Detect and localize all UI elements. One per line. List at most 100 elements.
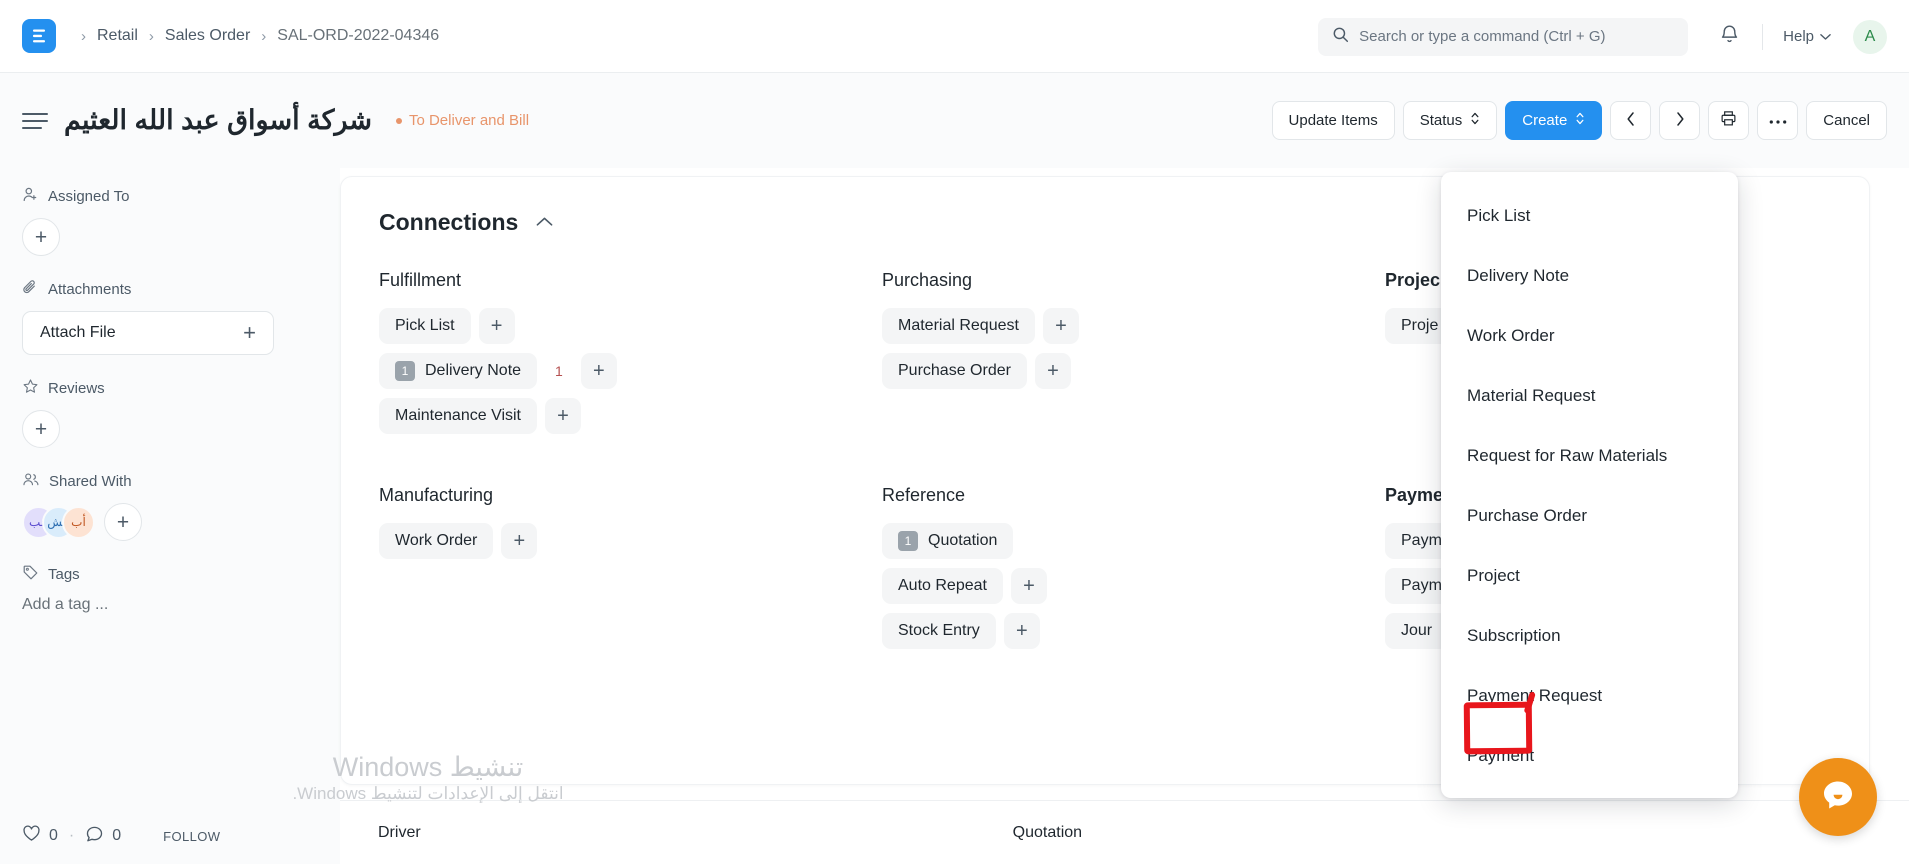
create-button-label: Create (1522, 112, 1568, 129)
pill-maintenance-visit[interactable]: Maintenance Visit (379, 398, 537, 434)
sidebar-section-assigned-to: Assigned To + (22, 186, 318, 256)
menu-item-payment-request[interactable]: Payment Request (1441, 666, 1738, 726)
breadcrumb-separator-icon: › (81, 27, 86, 45)
chat-widget-button[interactable] (1799, 758, 1877, 836)
attach-file-label: Attach File (40, 324, 116, 341)
pill-journal-entry[interactable]: Jour (1385, 613, 1449, 649)
field-label-quotation: Quotation (1012, 823, 1083, 841)
print-button[interactable] (1708, 101, 1750, 140)
pill-label: Proje (1401, 317, 1439, 334)
chat-bubble-icon (1818, 775, 1858, 820)
previous-document-button[interactable] (1610, 101, 1652, 140)
pill-badge: 1 (898, 531, 918, 551)
status-badge: To Deliver and Bill (395, 112, 529, 129)
add-work-order-button[interactable]: + (501, 523, 538, 559)
heart-icon (22, 825, 41, 847)
pill-label: Paym (1401, 532, 1442, 549)
update-items-button[interactable]: Update Items (1271, 101, 1395, 140)
avatar[interactable]: أب (62, 505, 95, 539)
ellipsis-icon (1769, 112, 1787, 129)
pill-quotation[interactable]: 1 Quotation (882, 523, 1014, 559)
add-shared-user-button[interactable]: + (104, 503, 142, 541)
help-menu-button[interactable]: Help (1775, 22, 1839, 51)
menu-item-material-request[interactable]: Material Request (1441, 366, 1738, 426)
attach-file-button[interactable]: Attach File + (22, 311, 274, 355)
add-material-request-button[interactable]: + (1042, 308, 1079, 344)
breadcrumb-item-retail[interactable]: Retail (97, 27, 138, 45)
menu-item-delivery-note[interactable]: Delivery Note (1441, 246, 1738, 306)
reviews-label: Reviews (48, 380, 105, 397)
assigned-to-label: Assigned To (48, 188, 130, 205)
menu-item-pick-list[interactable]: Pick List (1441, 186, 1738, 246)
chevron-left-icon (1626, 111, 1636, 131)
page-header: شركة أسواق عبد الله العثيم To Deliver an… (0, 73, 1909, 168)
pill-auto-repeat[interactable]: Auto Repeat (882, 568, 1003, 604)
like-count: 0 (49, 827, 58, 844)
global-search[interactable] (1318, 17, 1689, 56)
menu-item-project[interactable]: Project (1441, 546, 1738, 606)
connection-row: Auto Repeat + (882, 568, 1385, 604)
attachments-label-row: Attachments (22, 279, 318, 300)
help-label: Help (1783, 28, 1814, 45)
pill-delivery-note[interactable]: 1 Delivery Note (379, 353, 538, 389)
sidebar-section-shared-with: Shared With عب عش أب + (22, 471, 318, 541)
add-assignee-button[interactable]: + (22, 218, 60, 256)
delivery-note-count: 1 (555, 363, 563, 379)
tags-label-row: Tags (22, 564, 318, 585)
notifications-button[interactable] (1708, 16, 1750, 58)
connection-row: Maintenance Visit + (379, 398, 882, 434)
menu-item-work-order[interactable]: Work Order (1441, 306, 1738, 366)
pill-material-request[interactable]: Material Request (882, 308, 1035, 344)
chevron-up-icon[interactable] (536, 215, 553, 231)
tags-label: Tags (48, 566, 80, 583)
follow-button[interactable]: FOLLOW (163, 829, 220, 844)
app-logo-icon[interactable] (22, 19, 56, 53)
sidebar-section-attachments: Attachments Attach File + (22, 279, 318, 355)
menu-item-payment[interactable]: Payment (1441, 726, 1738, 786)
menu-item-request-for-raw-materials[interactable]: Request for Raw Materials (1441, 426, 1738, 486)
status-dropdown-button[interactable]: Status (1402, 101, 1498, 140)
pill-stock-entry[interactable]: Stock Entry (882, 613, 996, 649)
attachments-label: Attachments (48, 281, 132, 298)
search-input[interactable] (1359, 28, 1675, 45)
status-dot-icon (395, 117, 402, 124)
notification-bell-icon (1719, 24, 1740, 50)
pill-work-order[interactable]: Work Order (379, 523, 494, 559)
column-title: Fulfillment (379, 270, 462, 290)
hamburger-menu-icon[interactable] (22, 107, 50, 135)
cancel-button[interactable]: Cancel (1806, 101, 1887, 140)
plus-icon: + (243, 320, 256, 345)
add-maintenance-visit-button[interactable]: + (545, 398, 581, 434)
pill-label: Maintenance Visit (395, 407, 521, 424)
comment-group[interactable]: 0 (85, 825, 121, 848)
more-actions-button[interactable] (1757, 101, 1799, 140)
users-icon (22, 471, 40, 492)
create-dropdown-button[interactable]: Create (1505, 101, 1603, 140)
sidebar-section-reviews: Reviews + (22, 378, 318, 448)
add-review-button[interactable]: + (22, 410, 60, 448)
avatar-stack: عب عش أب (22, 505, 95, 539)
add-pick-list-button[interactable]: + (478, 308, 515, 344)
navbar-divider (1762, 23, 1764, 50)
breadcrumb-separator-icon: › (261, 27, 267, 45)
menu-item-subscription[interactable]: Subscription (1441, 606, 1738, 666)
pill-label: Quotation (928, 532, 998, 549)
pill-label: Stock Entry (898, 622, 980, 639)
pill-pick-list[interactable]: Pick List (379, 308, 471, 344)
add-purchase-order-button[interactable]: + (1034, 353, 1071, 389)
pill-purchase-order[interactable]: Purchase Order (882, 353, 1027, 389)
menu-item-purchase-order[interactable]: Purchase Order (1441, 486, 1738, 546)
printer-icon (1720, 110, 1737, 131)
add-stock-entry-button[interactable]: + (1003, 613, 1040, 649)
user-avatar[interactable]: A (1853, 19, 1887, 54)
add-delivery-note-button[interactable]: + (580, 353, 617, 389)
sidebar-section-tags: Tags Add a tag ... (22, 564, 318, 614)
comment-count: 0 (112, 827, 122, 844)
add-auto-repeat-button[interactable]: + (1010, 568, 1047, 604)
next-document-button[interactable] (1659, 101, 1701, 140)
like-group[interactable]: 0 (22, 825, 58, 847)
breadcrumb-item-sales-order[interactable]: Sales Order (165, 27, 250, 45)
chevron-up-down-icon (1470, 111, 1480, 130)
paperclip-icon (22, 279, 39, 300)
add-tag-input[interactable]: Add a tag ... (22, 596, 318, 614)
